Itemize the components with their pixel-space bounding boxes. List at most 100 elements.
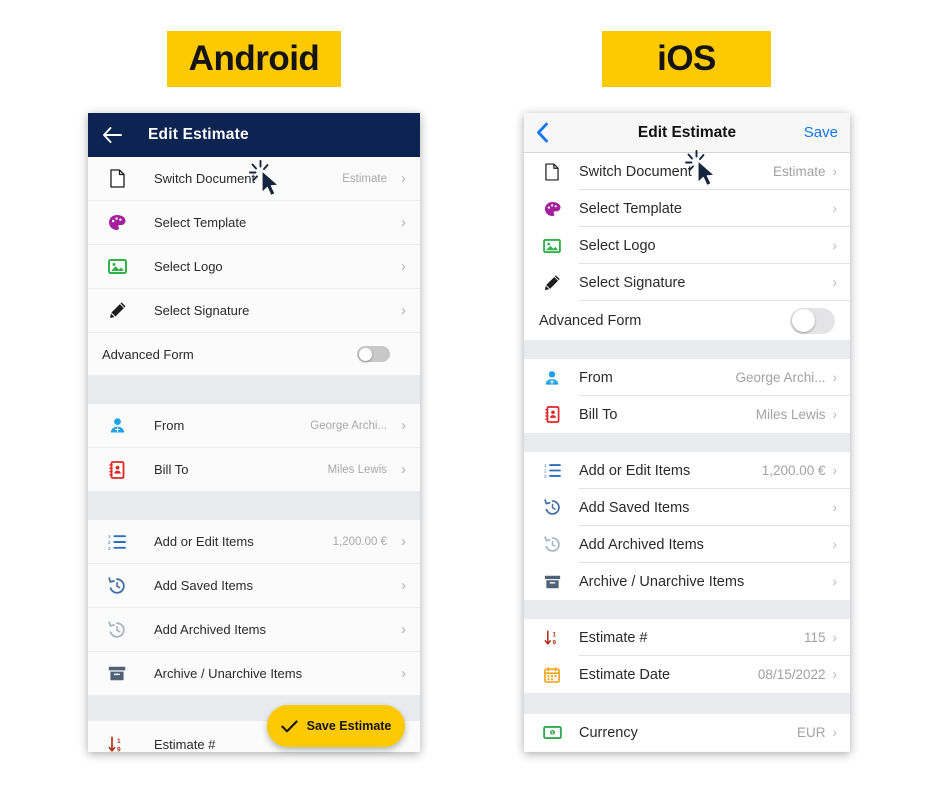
ios-row-label: Select Template: [579, 200, 682, 217]
ios-row-switch-document[interactable]: Switch Document Estimate ›: [524, 153, 850, 190]
contact-card-icon: [539, 406, 565, 423]
android-row-label: Archive / Unarchive Items: [154, 666, 303, 681]
android-row-label: Estimate #: [154, 737, 216, 752]
android-row-label: Add Saved Items: [154, 578, 253, 593]
person-icon: [102, 417, 132, 434]
ios-row-label: Add Archived Items: [579, 536, 704, 553]
ios-nav-bar: Edit Estimate Save: [524, 113, 850, 153]
ios-row-from[interactable]: From George Archi... ›: [524, 359, 850, 396]
chevron-right-icon: ›: [401, 533, 406, 550]
ios-row-select-signature[interactable]: Select Signature ›: [524, 264, 850, 301]
chevron-right-icon: ›: [401, 577, 406, 594]
ios-row-label: Estimate #: [579, 629, 648, 646]
ios-row-label: Advanced Form: [539, 312, 642, 329]
image-icon: [539, 238, 565, 253]
palette-icon: [102, 214, 132, 231]
image-icon: [102, 259, 132, 274]
android-row-from[interactable]: From George Archi... ›: [88, 404, 420, 448]
ios-row-label: Add or Edit Items: [579, 462, 691, 479]
android-row-select-template[interactable]: Select Template ›: [88, 201, 420, 245]
ios-row-add-or-edit-items[interactable]: 123 Add or Edit Items 1,200.00 € ›: [524, 452, 850, 489]
android-row-add-archived-items[interactable]: Add Archived Items ›: [88, 608, 420, 652]
android-row-label: Select Template: [154, 215, 247, 230]
chevron-right-icon: ›: [832, 629, 838, 645]
ios-row-estimate-date[interactable]: Estimate Date 08/15/2022 ›: [524, 656, 850, 693]
svg-text:3: 3: [108, 545, 111, 549]
android-row-bill-to[interactable]: Bill To Miles Lewis ›: [88, 448, 420, 492]
ios-row-value: 115: [803, 630, 826, 645]
ios-row-select-template[interactable]: Select Template ›: [524, 190, 850, 227]
section-divider: [524, 600, 850, 619]
android-row-add-saved-items[interactable]: Add Saved Items ›: [88, 564, 420, 608]
ios-row-estimate-number[interactable]: 19 Estimate # 115 ›: [524, 619, 850, 656]
android-row-switch-document[interactable]: Switch Document Estimate ›: [88, 157, 420, 201]
android-row-value: George Archi...: [310, 419, 387, 432]
chevron-right-icon: ›: [832, 666, 838, 682]
check-icon: [280, 719, 298, 733]
advanced-form-toggle[interactable]: [790, 307, 835, 334]
svg-text:2: 2: [108, 540, 111, 545]
android-row-add-or-edit-items[interactable]: 123 Add or Edit Items 1,200.00 € ›: [88, 520, 420, 564]
ios-row-archive-unarchive-items[interactable]: Archive / Unarchive Items ›: [524, 563, 850, 600]
numbered-list-icon: 123: [102, 534, 132, 550]
ios-row-label: Archive / Unarchive Items: [579, 573, 745, 590]
android-row-label: Switch Document: [154, 171, 256, 186]
ios-row-label: Bill To: [579, 406, 618, 423]
chevron-right-icon: ›: [832, 200, 838, 216]
android-row-label: Add or Edit Items: [154, 534, 254, 549]
chevron-right-icon: ›: [832, 163, 838, 179]
ios-row-bill-to[interactable]: Bill To Miles Lewis ›: [524, 396, 850, 433]
ios-row-add-saved-items[interactable]: Add Saved Items ›: [524, 489, 850, 526]
ios-page-title: Edit Estimate: [637, 123, 737, 141]
section-divider: [88, 492, 420, 520]
chevron-right-icon: ›: [401, 214, 406, 231]
android-row-archive-unarchive-items[interactable]: Archive / Unarchive Items ›: [88, 652, 420, 696]
android-row-label: Advanced Form: [102, 346, 194, 362]
ios-row-value: EUR: [796, 725, 826, 740]
ios-row-label: Select Logo: [579, 237, 656, 254]
toggle-knob: [791, 309, 815, 332]
history-muted-icon: [539, 536, 565, 553]
history-icon: [539, 499, 565, 516]
android-row-value: Miles Lewis: [327, 463, 387, 476]
svg-text:9: 9: [117, 746, 121, 752]
palette-icon: [539, 201, 565, 217]
chevron-right-icon: ›: [401, 665, 406, 682]
save-estimate-button[interactable]: Save Estimate: [267, 705, 405, 747]
ios-save-button[interactable]: Save: [804, 124, 838, 141]
ios-row-value: Estimate: [772, 164, 826, 179]
android-row-value: 1,200.00 €: [332, 535, 387, 548]
ios-row-label: Select Signature: [579, 274, 686, 291]
svg-text:1: 1: [544, 463, 547, 468]
chevron-right-icon: ›: [832, 237, 838, 253]
chevron-right-icon: ›: [401, 170, 406, 187]
document-icon: [102, 169, 132, 188]
ios-row-advanced-form[interactable]: Advanced Form: [524, 301, 850, 340]
android-screen: Edit Estimate Switch Document Estimate ›…: [88, 113, 420, 752]
toggle-knob: [358, 347, 372, 361]
archive-box-icon: [102, 666, 132, 681]
ios-row-add-archived-items[interactable]: Add Archived Items ›: [524, 526, 850, 563]
chevron-right-icon: ›: [401, 258, 406, 275]
svg-text:1: 1: [552, 631, 556, 638]
chevron-right-icon: ›: [832, 274, 838, 290]
arrow-left-icon[interactable]: [102, 126, 128, 144]
ios-row-select-logo[interactable]: Select Logo ›: [524, 227, 850, 264]
chevron-right-icon: ›: [832, 462, 838, 478]
sort-numeric-icon: 19: [539, 630, 565, 646]
person-icon: [539, 370, 565, 386]
advanced-form-toggle[interactable]: [357, 346, 390, 362]
history-muted-icon: [102, 620, 132, 639]
ios-row-value: 08/15/2022: [757, 667, 826, 682]
android-app-bar: Edit Estimate: [88, 113, 420, 157]
platform-label-ios: iOS: [602, 31, 771, 87]
android-row-select-signature[interactable]: Select Signature ›: [88, 289, 420, 333]
ios-row-currency[interactable]: $ Currency EUR ›: [524, 714, 850, 751]
ios-row-label: Switch Document: [579, 163, 692, 180]
calendar-icon: [539, 666, 565, 683]
platform-label-android: Android: [167, 31, 341, 87]
android-row-select-logo[interactable]: Select Logo ›: [88, 245, 420, 289]
android-row-advanced-form[interactable]: Advanced Form: [88, 333, 420, 376]
chevron-right-icon: ›: [401, 302, 406, 319]
section-divider: [88, 376, 420, 404]
